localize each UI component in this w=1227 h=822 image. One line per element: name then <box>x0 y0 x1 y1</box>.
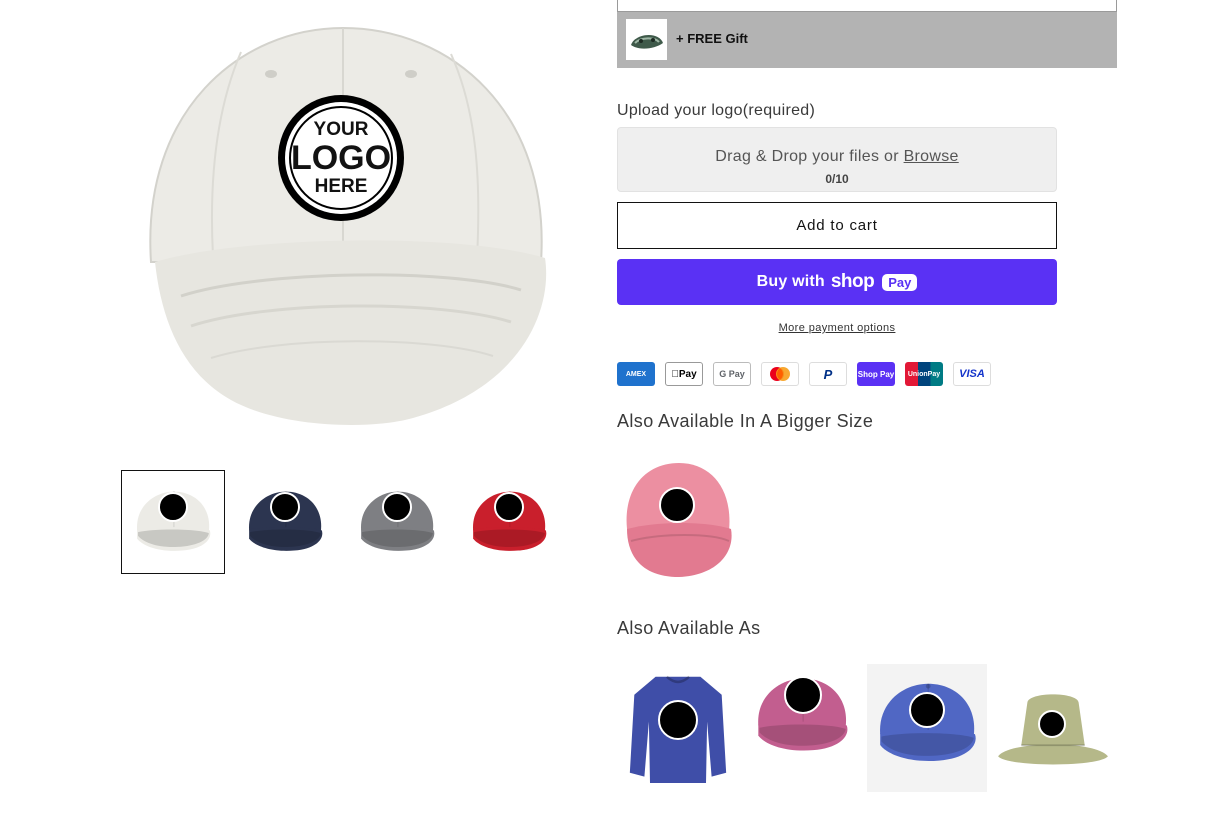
tile-logo-badge <box>1038 710 1066 738</box>
product-tile-sweatshirt[interactable] <box>622 664 734 792</box>
upload-logo-label: Upload your logo(required) <box>617 102 816 119</box>
shop-pay-icon: Shop Pay <box>857 362 895 386</box>
file-count: 0/10 <box>825 172 849 186</box>
gift-option-bar[interactable] <box>617 0 1117 12</box>
bigger-size-title: Also Available In A Bigger Size <box>617 411 874 431</box>
product-tile-denim-cap[interactable] <box>867 664 987 792</box>
thumbnail-navy-cap[interactable] <box>233 470 337 574</box>
product-tile-pink-cap[interactable] <box>617 459 737 583</box>
gift-image <box>626 19 667 60</box>
visa-icon: VISA <box>953 362 991 386</box>
tile-logo-badge <box>658 700 698 740</box>
google-pay-icon: G Pay <box>713 362 751 386</box>
dropzone-text: Drag & Drop your files or Browse <box>715 148 959 165</box>
thumbnail-logo-badge <box>158 492 188 522</box>
file-dropzone[interactable]: Drag & Drop your files or Browse 0/10 <box>617 127 1057 192</box>
tile-logo-badge <box>659 487 695 523</box>
thumbnail-logo-badge <box>270 492 300 522</box>
free-gift-label: + FREE Gift <box>676 31 748 46</box>
also-available-title: Also Available As <box>617 618 761 638</box>
paypal-icon: P <box>809 362 847 386</box>
logo-badge: YOUR LOGO HERE <box>278 95 404 221</box>
unionpay-icon: UnionPay <box>905 362 943 386</box>
logo-badge-line3: HERE <box>314 176 368 197</box>
product-tile-washed-cap[interactable] <box>746 666 858 766</box>
shop-logo: shop <box>830 271 875 292</box>
mastercard-icon <box>761 362 799 386</box>
main-product-image: YOUR LOGO HERE <box>121 0 565 445</box>
thumbnail-gray-cap[interactable] <box>345 470 449 574</box>
logo-badge-line2: LOGO <box>290 139 392 177</box>
payment-icons: AMEX Pay G Pay P Shop Pay UnionPay VISA <box>617 362 991 386</box>
thumbnail-logo-badge <box>494 492 524 522</box>
free-gift-box: + FREE Gift <box>617 0 1117 68</box>
tile-logo-badge <box>784 676 822 714</box>
thumbnail-white-cap[interactable] <box>121 470 225 574</box>
add-to-cart-button[interactable]: Add to cart <box>617 202 1057 249</box>
buy-with-label: Buy with <box>756 273 825 290</box>
apple-pay-icon: Pay <box>665 362 703 386</box>
amex-icon: AMEX <box>617 362 655 386</box>
buy-with-shop-pay-button[interactable]: Buy with shop Pay <box>617 259 1057 305</box>
tile-logo-badge <box>909 692 945 728</box>
logo-badge-line1: YOUR <box>313 119 369 140</box>
browse-link[interactable]: Browse <box>904 148 959 165</box>
pay-badge: Pay <box>882 273 918 291</box>
product-tile-bucket-hat[interactable] <box>992 680 1114 780</box>
more-payment-options-link[interactable]: More payment options <box>617 322 1057 334</box>
thumbnail-logo-badge <box>382 492 412 522</box>
thumbnail-red-cap[interactable] <box>457 470 561 574</box>
